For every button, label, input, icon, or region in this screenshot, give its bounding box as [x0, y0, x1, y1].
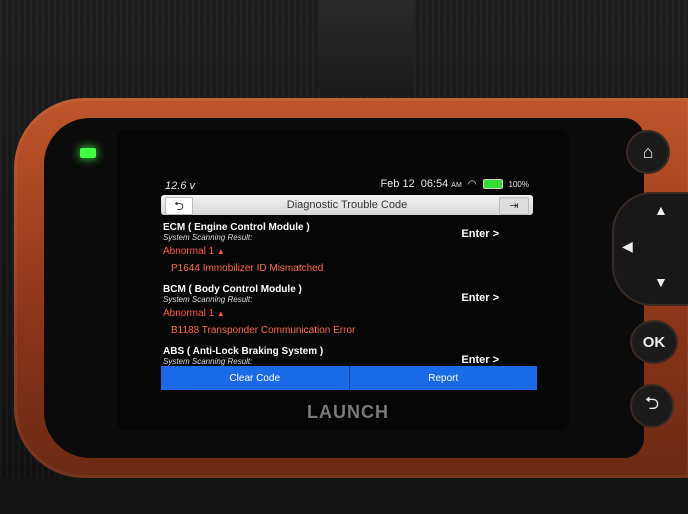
- module-abs[interactable]: ABS ( Anti-Lock Braking System ) System …: [163, 346, 535, 366]
- hardware-back-button[interactable]: ⮌: [630, 384, 674, 428]
- home-icon: ⌂: [642, 141, 654, 162]
- wifi-icon: ◠: [467, 178, 477, 190]
- obd-cable: [318, 0, 414, 96]
- back-button[interactable]: ⮌: [165, 197, 193, 215]
- clear-code-button[interactable]: Clear Code: [161, 366, 350, 390]
- enter-button[interactable]: Enter >: [461, 228, 499, 240]
- caret-up-icon: ▲: [216, 309, 225, 318]
- return-icon: ⮌: [644, 393, 660, 413]
- dpad-left-button[interactable]: ◀: [622, 238, 633, 255]
- battery-icon: [482, 179, 503, 189]
- status-text: Abnormal 1: [163, 308, 215, 319]
- power-led-icon: [80, 148, 96, 158]
- exit-icon: ⇥: [509, 200, 519, 212]
- dtc-code: P1644 Immobilizer ID Mismatched: [171, 263, 324, 274]
- table-surface: [0, 478, 688, 514]
- page-title: Diagnostic Trouble Code: [286, 199, 408, 211]
- dtc-code: B1188 Transponder Communication Error: [171, 325, 356, 336]
- ok-button[interactable]: OK: [630, 320, 678, 364]
- home-button[interactable]: ⌂: [626, 130, 670, 174]
- status-bar: 12.6 v Feb 12 06:54 AM ◠ 100%: [161, 178, 533, 194]
- dpad-up-button[interactable]: ▲: [654, 202, 668, 218]
- voltage-readout: 12.6 v: [165, 180, 195, 192]
- enter-button[interactable]: Enter >: [461, 292, 499, 304]
- dtc-list: ECM ( Engine Control Module ) System Sca…: [163, 222, 535, 368]
- bottom-button-bar: Clear Code Report: [161, 366, 537, 390]
- time-label: 06:54 AM: [421, 178, 462, 190]
- enter-button[interactable]: Enter >: [461, 354, 499, 366]
- module-status: Abnormal 1 ▲: [163, 246, 535, 257]
- report-button[interactable]: Report: [349, 366, 537, 390]
- time-value: 06:54: [420, 178, 449, 190]
- exit-button[interactable]: ⇥: [499, 197, 529, 215]
- module-bcm[interactable]: BCM ( Body Control Module ) System Scann…: [163, 284, 535, 336]
- battery-percent: 100%: [508, 179, 529, 189]
- brand-logo: LAUNCH: [307, 402, 389, 422]
- caret-up-icon: ▲: [216, 247, 225, 256]
- back-arrow-icon: ⮌: [174, 199, 184, 213]
- status-right: Feb 12 06:54 AM ◠ 100%: [380, 178, 529, 190]
- dpad: ▲ ◀ ▼: [612, 192, 688, 306]
- status-text: Abnormal 1: [163, 246, 215, 257]
- dpad-down-button[interactable]: ▼: [654, 274, 668, 290]
- date-label: Feb 12: [380, 178, 415, 190]
- ampm-value: AM: [451, 182, 462, 189]
- title-bar: ⮌ Diagnostic Trouble Code ⇥: [161, 195, 533, 215]
- module-ecm[interactable]: ECM ( Engine Control Module ) System Sca…: [163, 222, 535, 274]
- module-status: Abnormal 1 ▲: [163, 308, 535, 319]
